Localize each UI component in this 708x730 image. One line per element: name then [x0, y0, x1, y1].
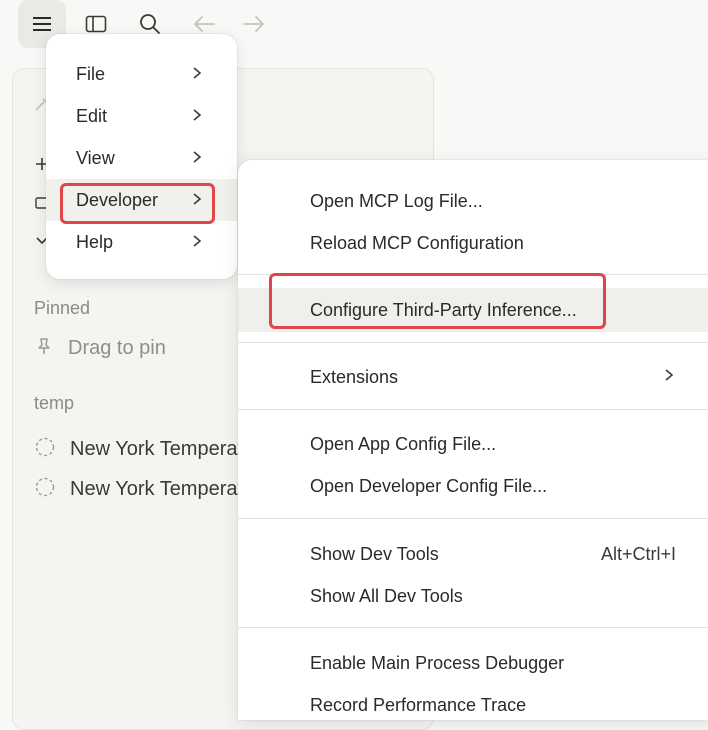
menu-item-view[interactable]: View	[46, 137, 237, 179]
chat-status-icon	[34, 436, 56, 463]
forward-button[interactable]	[230, 0, 278, 48]
menu-separator	[238, 518, 708, 519]
menu-item-label: Extensions	[310, 367, 399, 387]
chat-item[interactable]: New York Temperature	[34, 476, 244, 503]
menu-item-extensions[interactable]: Extensions	[238, 357, 708, 397]
menu-item-reload-mcp[interactable]: Reload MCP Configuration	[238, 223, 708, 263]
chevron-right-icon	[192, 234, 202, 253]
menu-separator	[238, 409, 708, 410]
menu-item-open-developer-config[interactable]: Open Developer Config File...	[238, 466, 708, 506]
drag-to-pin-text: Drag to pin	[68, 337, 166, 359]
hamburger-menu-icon	[32, 16, 52, 32]
menu-item-label: Open App Config File...	[310, 434, 497, 454]
menu-item-label: Configure Third-Party Inference...	[310, 300, 577, 320]
chevron-right-icon	[664, 368, 674, 387]
chat-status-icon	[34, 476, 56, 503]
app-menu: File Edit View Developer Help	[46, 34, 237, 279]
menu-item-record-performance-trace[interactable]: Record Performance Trace	[238, 685, 708, 725]
menu-separator	[238, 342, 708, 343]
drag-to-pin-row: Drag to pin	[34, 336, 166, 361]
menu-item-help[interactable]: Help	[46, 221, 237, 263]
menu-item-developer[interactable]: Developer	[46, 179, 237, 221]
menu-item-edit[interactable]: Edit	[46, 95, 237, 137]
menu-item-label: Help	[76, 231, 114, 252]
menu-item-label: Enable Main Process Debugger	[310, 653, 565, 673]
chat-item[interactable]: New York Temperature	[34, 436, 244, 463]
pin-icon	[34, 336, 54, 361]
chevron-right-icon	[192, 108, 202, 127]
arrow-left-icon	[192, 15, 216, 33]
pinned-section-label: Pinned	[34, 298, 91, 318]
menu-item-open-app-config[interactable]: Open App Config File...	[238, 424, 708, 464]
chevron-right-icon	[192, 66, 202, 85]
menu-item-label: Record Performance Trace	[310, 695, 527, 715]
menu-item-open-mcp-log[interactable]: Open MCP Log File...	[238, 181, 708, 221]
chevron-right-icon	[192, 150, 202, 169]
keyboard-shortcut: Alt+Ctrl+I	[601, 544, 677, 564]
menu-item-label: Open Developer Config File...	[310, 476, 548, 496]
menu-item-label: View	[76, 147, 115, 168]
developer-submenu: Open MCP Log File... Reload MCP Configur…	[238, 160, 708, 720]
search-icon	[139, 13, 161, 35]
menu-item-label: Show Dev Tools	[310, 544, 439, 564]
menu-item-label: Show All Dev Tools	[310, 586, 463, 606]
menu-item-label: Reload MCP Configuration	[310, 233, 524, 253]
arrow-right-icon	[242, 15, 266, 33]
menu-item-show-dev-tools[interactable]: Show Dev Tools Alt+Ctrl+I	[238, 534, 708, 574]
menu-item-label: Edit	[76, 105, 108, 126]
temp-section-label: temp	[34, 393, 75, 413]
chat-title: New York Temperature	[70, 438, 244, 460]
menu-item-show-all-dev-tools[interactable]: Show All Dev Tools	[238, 576, 708, 616]
menu-separator	[238, 274, 708, 275]
menu-item-configure-third-party-inference[interactable]: Configure Third-Party Inference...	[238, 288, 708, 332]
menu-item-file[interactable]: File	[46, 53, 237, 95]
chevron-right-icon	[192, 192, 202, 211]
menu-separator	[238, 627, 708, 628]
sidebar-toggle-icon	[85, 15, 107, 33]
menu-item-label: File	[76, 63, 106, 84]
menu-item-label: Open MCP Log File...	[310, 191, 483, 211]
menu-item-enable-main-process-debugger[interactable]: Enable Main Process Debugger	[238, 643, 708, 683]
chat-title: New York Temperature	[70, 478, 244, 500]
menu-item-label: Developer	[76, 189, 159, 210]
